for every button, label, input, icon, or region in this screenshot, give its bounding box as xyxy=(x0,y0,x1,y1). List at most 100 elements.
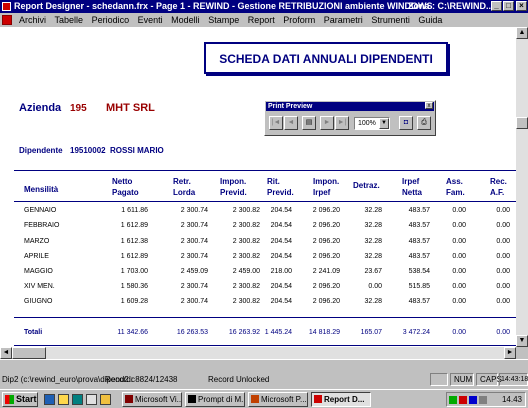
close-preview-icon[interactable]: ◘ xyxy=(399,116,413,130)
table-row: MAGGIO 1 703.00 2 459.09 2 459.00 218.00… xyxy=(0,267,516,277)
cell-rec-af: 0.00 xyxy=(496,238,510,245)
antivirus-icon[interactable] xyxy=(459,396,467,404)
horizontal-scroll-thumb[interactable] xyxy=(12,347,46,359)
cell-detraz: 32.28 xyxy=(364,238,382,245)
zoom-value: 100% xyxy=(358,120,376,127)
table-row: APRILE 1 612.89 2 300.74 2 300.82 204.54… xyxy=(0,252,516,262)
cell-impon-irpef: 2 096.20 xyxy=(312,253,340,260)
cell-irpef-netta: 515.85 xyxy=(408,283,430,290)
title-bar: Report Designer - schedann.frx - Page 1 … xyxy=(0,0,528,13)
menu-periodico[interactable]: Periodico xyxy=(89,13,133,27)
status-record: Record: 8824/12438 xyxy=(105,375,178,384)
prompt-icon xyxy=(188,395,196,403)
menu-parametri[interactable]: Parametri xyxy=(321,13,366,27)
horizontal-scrollbar[interactable]: ◄ ► xyxy=(0,347,516,359)
tray-app-icon[interactable] xyxy=(469,396,477,404)
cell-rec-af: 0.00 xyxy=(496,283,510,290)
document-menu-icon[interactable] xyxy=(2,15,12,25)
dipendente-label: Dipendente xyxy=(19,146,63,155)
task-prompt[interactable]: Prompt di M... xyxy=(185,392,245,407)
task-microsoft-vi[interactable]: Microsoft Vi... xyxy=(122,392,182,407)
scroll-up-icon[interactable]: ▲ xyxy=(516,27,528,39)
outlook-icon[interactable] xyxy=(58,394,69,405)
cell-netto: 1 609.28 xyxy=(120,298,148,305)
header-top-rule xyxy=(14,170,516,171)
menu-modelli[interactable]: Modelli xyxy=(168,13,203,27)
cell-retr: 2 300.74 xyxy=(180,238,208,245)
start-button[interactable]: Start xyxy=(2,392,38,407)
print-preview-close-icon[interactable]: x xyxy=(425,102,433,109)
cell-rec-af: 0.00 xyxy=(496,298,510,305)
task-report-designer[interactable]: Report D... xyxy=(311,392,371,407)
scroll-down-icon[interactable]: ▼ xyxy=(516,335,528,347)
menu-guida[interactable]: Guida xyxy=(415,13,445,27)
cell-detraz: 32.28 xyxy=(364,253,382,260)
cell-rec-af: 0.00 xyxy=(496,268,510,275)
cell-detraz: 32.28 xyxy=(364,222,382,229)
total-ass-fam: 0.00 xyxy=(452,329,466,336)
scroll-right-icon[interactable]: ► xyxy=(504,347,516,359)
print-icon[interactable]: ⎙ xyxy=(417,116,431,130)
menu-stampe[interactable]: Stampe xyxy=(205,13,242,27)
menu-report[interactable]: Report xyxy=(245,13,278,27)
task-microsoft-p[interactable]: Microsoft P... xyxy=(248,392,308,407)
go-to-page-icon[interactable]: ▤ xyxy=(302,116,316,130)
totals-top-rule xyxy=(14,317,516,318)
azienda-code: 195 xyxy=(70,103,87,114)
menu-archivi[interactable]: Archivi xyxy=(16,13,49,27)
header-rit-previd: Rit. Previd. xyxy=(267,177,294,197)
chevron-down-icon[interactable]: ▼ xyxy=(379,118,389,129)
windows-logo-icon xyxy=(5,395,14,404)
clock: 14.43 xyxy=(501,395,522,404)
previous-page-icon[interactable]: ◄ xyxy=(284,116,298,130)
maximize-button[interactable]: □ xyxy=(503,1,514,11)
status-num: NUM xyxy=(450,373,474,386)
cell-retr: 2 300.74 xyxy=(180,253,208,260)
next-page-icon[interactable]: ► xyxy=(320,116,334,130)
volume-icon[interactable] xyxy=(479,396,487,404)
report-icon xyxy=(314,395,322,403)
cell-impon-irpef: 2 241.09 xyxy=(312,268,340,275)
report-title: SCHEDA DATI ANNUALI DIPENDENTI xyxy=(219,52,433,66)
status-caps: CAPS xyxy=(476,373,502,386)
cell-irpef-netta: 483.57 xyxy=(408,222,430,229)
internet-explorer-icon[interactable] xyxy=(44,394,55,405)
menu-strumenti[interactable]: Strumenti xyxy=(368,13,413,27)
totals-row: Totali 11 342.66 16 263.53 16 263.92 1 4… xyxy=(0,328,516,338)
zone-label: Zona : C:\REWIND... xyxy=(408,1,494,11)
network-icon[interactable] xyxy=(449,396,457,404)
cell-netto: 1 612.89 xyxy=(120,253,148,260)
vertical-scroll-thumb[interactable] xyxy=(516,117,528,129)
quick-launch-icon[interactable] xyxy=(86,394,97,405)
minimize-button[interactable]: _ xyxy=(491,1,502,11)
menu-tabelle[interactable]: Tabelle xyxy=(52,13,87,27)
cell-retr: 2 459.09 xyxy=(180,268,208,275)
vertical-scrollbar[interactable]: ▲ ▼ xyxy=(516,27,528,347)
folder-icon[interactable] xyxy=(100,394,111,405)
dipendente-code: 19510002 xyxy=(70,146,106,155)
system-tray: 14.43 xyxy=(446,392,526,407)
header-rec-af: Rec. A.F. xyxy=(490,177,507,197)
app-task-icon xyxy=(125,395,133,403)
last-page-icon[interactable]: ►| xyxy=(335,116,349,130)
desktop-icon[interactable] xyxy=(72,394,83,405)
task-label: Prompt di M... xyxy=(198,395,245,404)
cell-irpef-netta: 483.57 xyxy=(408,298,430,305)
start-label: Start xyxy=(16,394,37,404)
menu-proform[interactable]: Proform xyxy=(280,13,318,27)
azienda-label: Azienda xyxy=(19,102,62,114)
table-row: XIV MEN. 1 580.36 2 300.74 2 300.82 204.… xyxy=(0,282,516,292)
cell-month: FEBBRAIO xyxy=(24,222,60,229)
cell-impon-irpef: 2 096.20 xyxy=(312,298,340,305)
cell-rit-prev: 204.54 xyxy=(270,222,292,229)
header-bottom-rule xyxy=(14,201,516,202)
close-button[interactable]: × xyxy=(516,1,527,11)
cell-irpef-netta: 483.57 xyxy=(408,253,430,260)
first-page-icon[interactable]: |◄ xyxy=(269,116,283,130)
zoom-select[interactable]: 100% ▼ xyxy=(354,117,390,130)
cell-ass-fam: 0.00 xyxy=(452,268,466,275)
total-netto: 11 342.66 xyxy=(117,329,148,336)
scroll-left-icon[interactable]: ◄ xyxy=(0,347,12,359)
menu-eventi[interactable]: Eventi xyxy=(135,13,166,27)
app-icon[interactable] xyxy=(2,2,11,11)
